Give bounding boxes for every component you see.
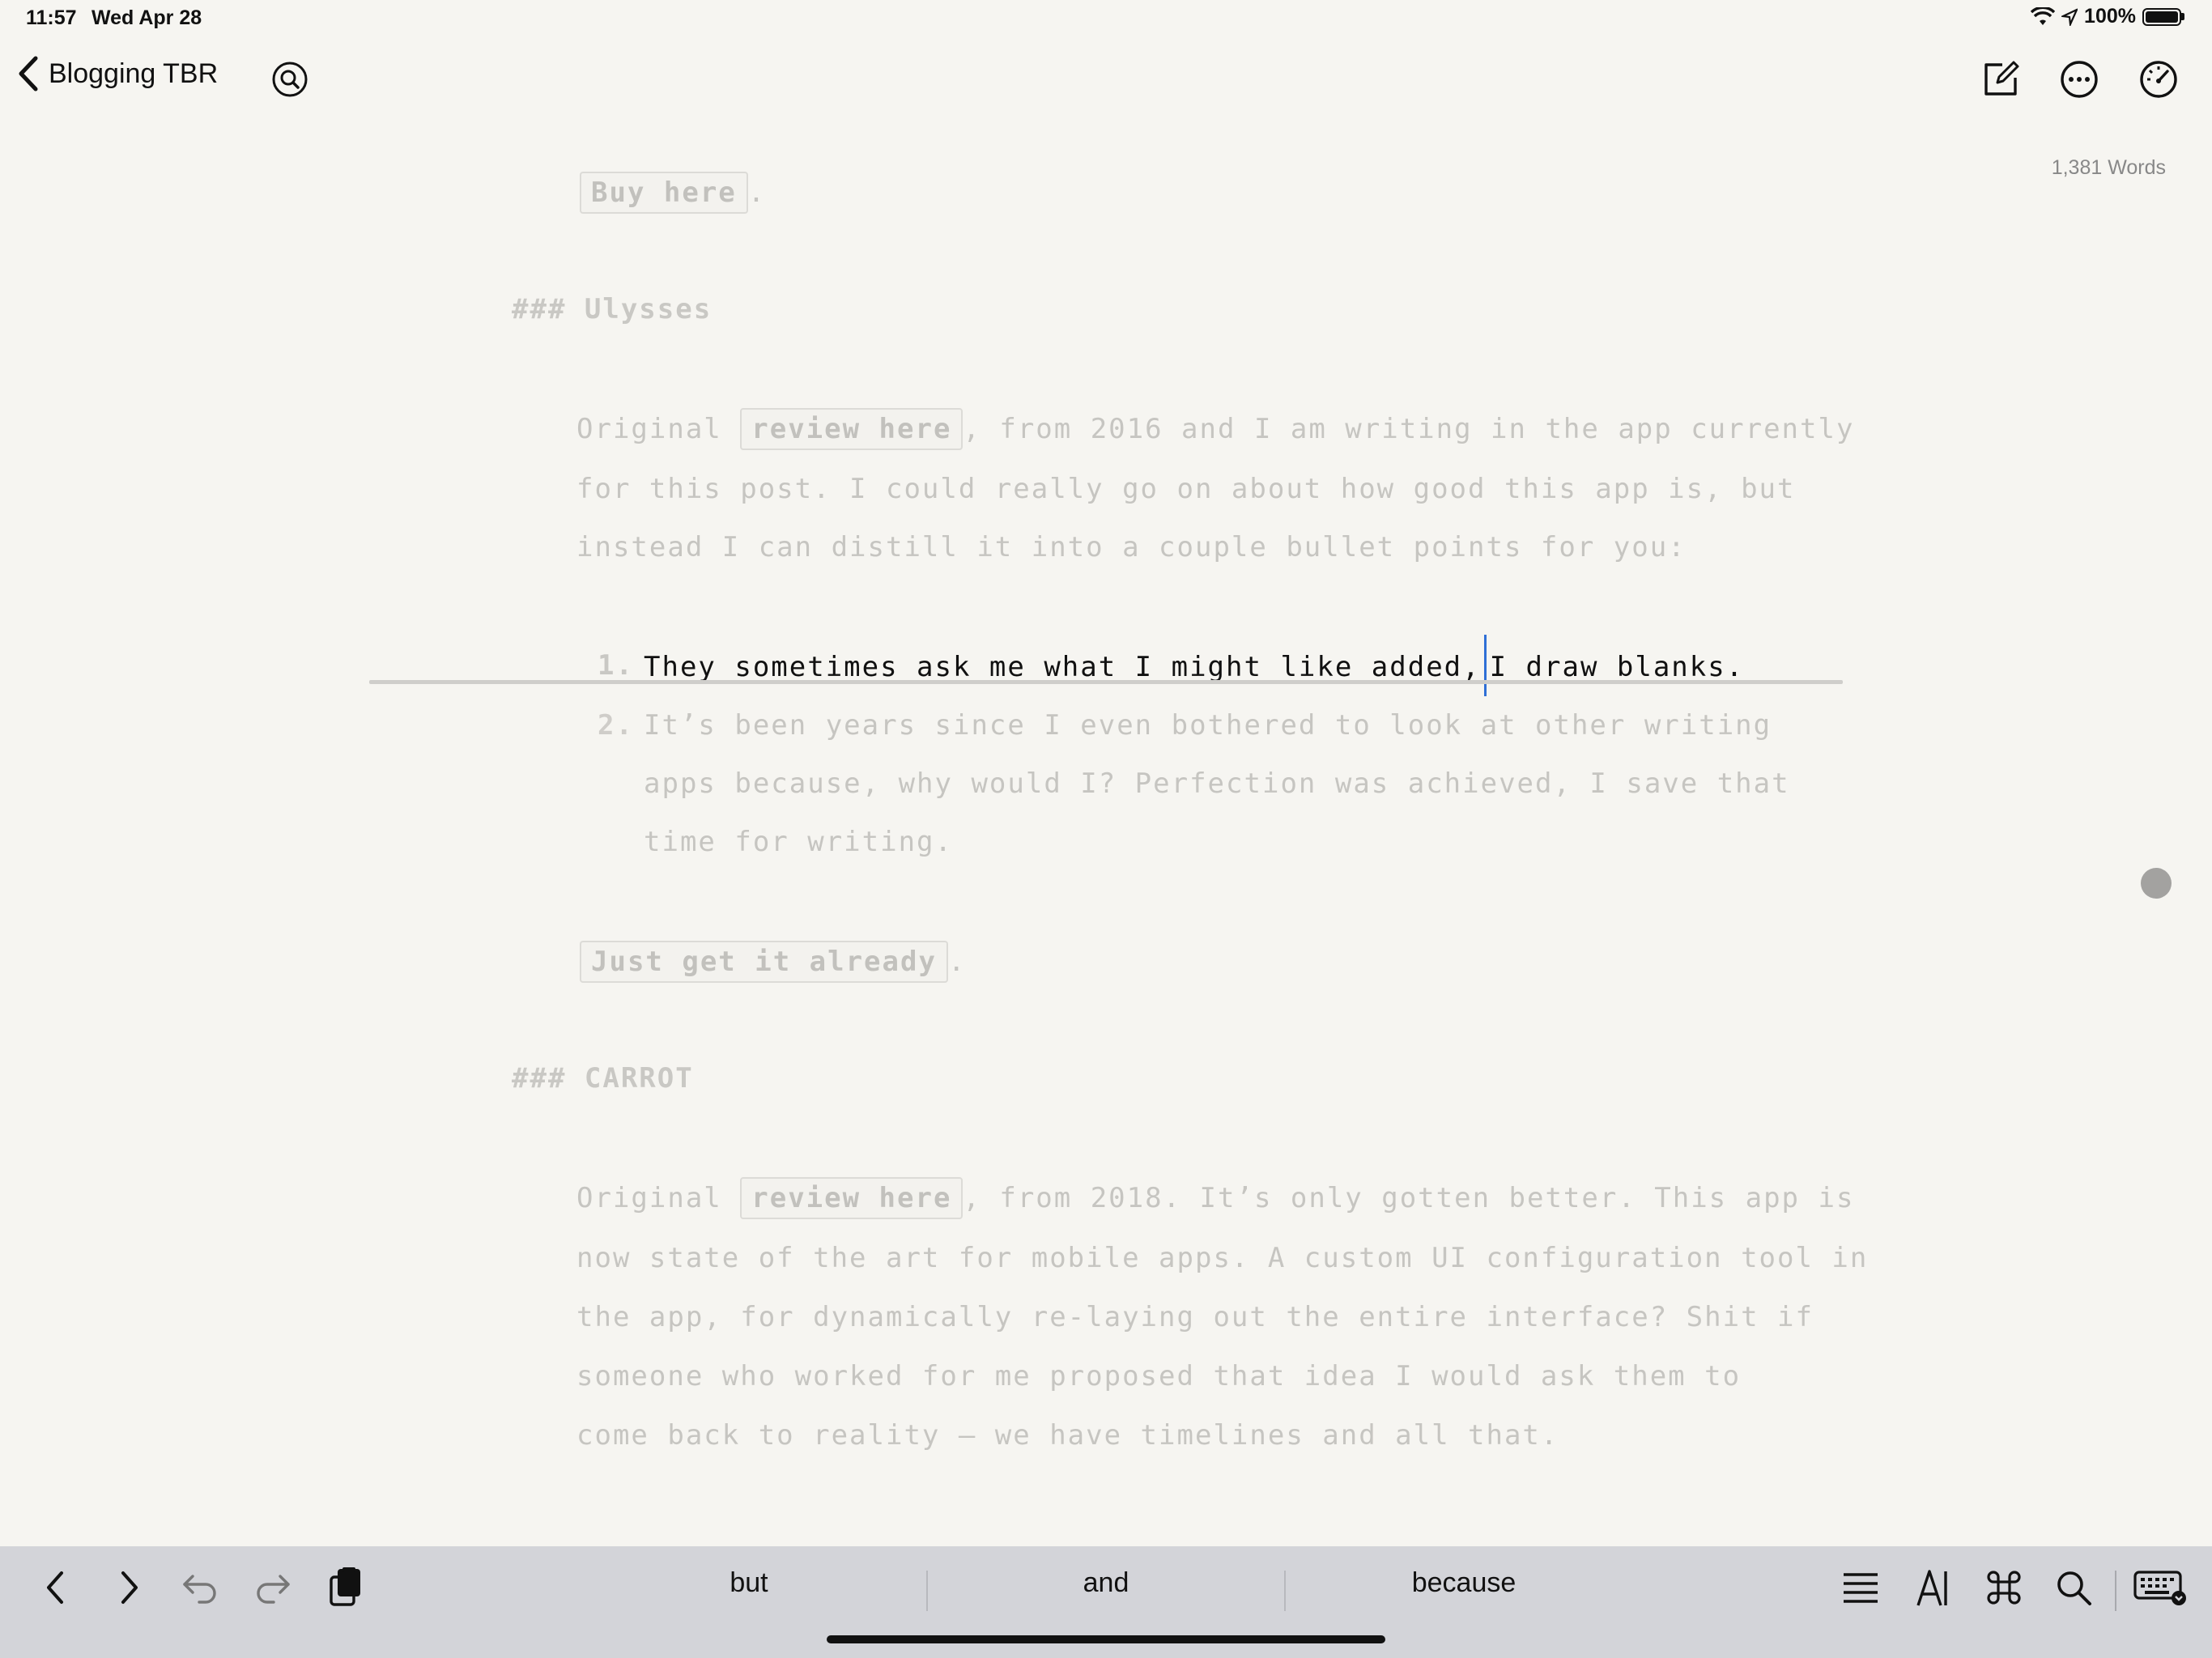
redo-button[interactable] xyxy=(245,1559,301,1616)
paragraph-line: Buy here. xyxy=(580,172,766,214)
text-style-icon xyxy=(1916,1570,1947,1606)
paragraph-line: Original review here, from 2018. It’s on… xyxy=(576,1177,1854,1219)
link-tag-review-here-2[interactable]: review here xyxy=(740,1177,963,1219)
text-span: , from 2016 and I am writing in the app … xyxy=(963,413,1855,445)
suggestion-but[interactable]: but xyxy=(571,1567,927,1599)
text-span: , from 2018. It’s only gotten better. Th… xyxy=(963,1182,1855,1214)
dismiss-keyboard-button[interactable] xyxy=(2128,1559,2193,1616)
undo-icon xyxy=(183,1575,216,1604)
text-span: I draw blanks. xyxy=(1489,651,1745,683)
cursor-right-button[interactable] xyxy=(100,1559,157,1616)
link-tag-just-get-it[interactable]: Just get it already xyxy=(580,941,948,983)
clipboard-icon xyxy=(330,1567,360,1606)
active-line: They sometimes ask me what I might like … xyxy=(644,634,1745,699)
punctuation: . xyxy=(747,176,767,209)
redo-icon xyxy=(257,1575,290,1604)
text-lines-icon xyxy=(1844,1573,1878,1603)
text-span: Original xyxy=(576,1182,722,1214)
undo-button[interactable] xyxy=(172,1559,228,1616)
paragraph-line: Just get it already. xyxy=(580,941,966,983)
keyboard-icon xyxy=(2133,1571,2186,1605)
toolbar-divider xyxy=(2115,1571,2116,1611)
editor-text-area[interactable]: Buy here. ### Ulysses Original review he… xyxy=(0,0,2212,1546)
link-tag-buy-here[interactable]: Buy here xyxy=(580,172,748,214)
punctuation: . xyxy=(947,946,967,978)
home-indicator[interactable] xyxy=(827,1635,1385,1643)
command-icon xyxy=(1987,1571,2021,1605)
list-number: 2. xyxy=(598,709,634,742)
suggestion-because[interactable]: because xyxy=(1286,1567,1642,1599)
typewriter-focus-line xyxy=(369,680,1843,684)
find-button[interactable] xyxy=(2045,1559,2102,1616)
paragraph-line: come back to reality — we have timelines… xyxy=(576,1419,1559,1452)
scroll-indicator[interactable] xyxy=(2141,868,2172,899)
list-item-line: It’s been years since I even bothered to… xyxy=(644,709,1772,742)
paragraph-format-button[interactable] xyxy=(1832,1559,1889,1616)
paragraph-line: someone who worked for me proposed that … xyxy=(576,1360,1742,1392)
shortcuts-button[interactable] xyxy=(1976,1559,2032,1616)
text-span: They sometimes ask me what I might like … xyxy=(644,651,1481,683)
paragraph-line: for this post. I could really go on abou… xyxy=(576,473,1796,505)
link-tag-review-here[interactable]: review here xyxy=(740,408,963,450)
heading-carrot: ### CARROT xyxy=(512,1062,694,1095)
chevron-right-icon xyxy=(121,1571,138,1604)
magnifier-icon xyxy=(2057,1571,2091,1605)
chevron-left-icon xyxy=(47,1571,63,1604)
paragraph-line: now state of the art for mobile apps. A … xyxy=(576,1242,1869,1274)
markup-button[interactable] xyxy=(1904,1559,1961,1616)
list-number: 1. xyxy=(598,649,634,682)
text-cursor xyxy=(1483,634,1487,696)
paragraph-line: Original review here, from 2016 and I am… xyxy=(576,408,1854,450)
suggestion-and[interactable]: and xyxy=(928,1567,1284,1599)
list-item-line: apps because, why would I? Perfection wa… xyxy=(644,767,1790,800)
paragraph-line: instead I can distill it into a couple b… xyxy=(576,531,1687,563)
cursor-left-button[interactable] xyxy=(28,1559,84,1616)
paragraph-line: the app, for dynamically re-laying out t… xyxy=(576,1301,1814,1333)
text-span: Original xyxy=(576,413,722,445)
paste-button[interactable] xyxy=(317,1559,374,1616)
list-item-line: time for writing. xyxy=(644,826,953,858)
heading-ulysses: ### Ulysses xyxy=(512,293,713,325)
